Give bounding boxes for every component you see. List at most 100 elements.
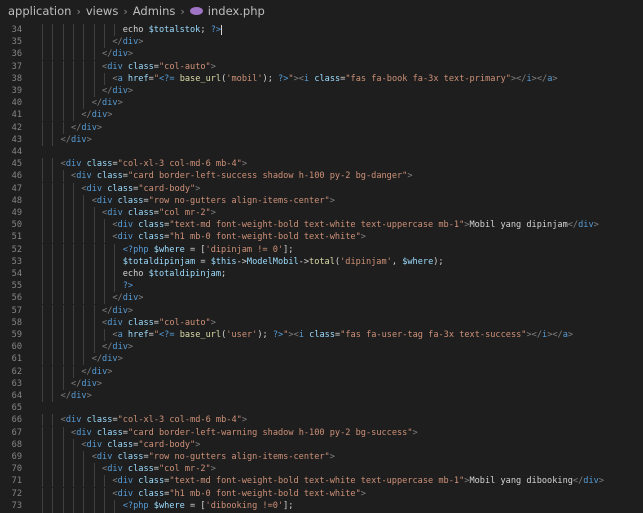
code-line[interactable]: 73 <?php $where = ['dibooking !=0'];: [0, 499, 643, 512]
code-token: "card-body": [138, 183, 196, 194]
code-token: = [: [184, 244, 206, 255]
line-number: 44: [11, 147, 22, 157]
code-line[interactable]: 37 <div class="col-auto">: [0, 60, 643, 73]
indent-guide: [83, 304, 85, 317]
code-token: div: [86, 183, 108, 194]
indent-guide: [62, 170, 64, 183]
breadcrumb-admins[interactable]: Admins: [133, 4, 176, 18]
indent-guide: [52, 243, 54, 256]
line-number: 63: [11, 378, 22, 389]
code-line[interactable]: 41 </div>: [0, 109, 643, 122]
code-line[interactable]: 66 <div class="col-xl-3 col-md-6 mb-4">: [0, 414, 643, 427]
code-line[interactable]: 72 <div class="h1 mb-0 font-weight-bold t…: [0, 487, 643, 500]
code-line[interactable]: 56 </div>: [0, 292, 643, 305]
line-number: 66: [11, 415, 22, 426]
code-line[interactable]: 70 <div class="col mr-2">: [0, 463, 643, 476]
code-line[interactable]: 45 <div class="col-xl-3 col-md-6 mb-4">: [0, 158, 643, 171]
code-line[interactable]: 53 $totaldipinjam = $this->ModelMobil->to…: [0, 255, 643, 268]
indent-guide: [52, 158, 54, 171]
indent-guide: [73, 194, 75, 207]
code-token: </: [71, 378, 82, 389]
code-line[interactable]: 51 <div class="h1 mb-0 font-weight-bold t…: [0, 231, 643, 244]
code-line[interactable]: 38 <a href="<?= base_url('mobil'); ?>"><i…: [0, 72, 643, 85]
code-token: >: [117, 354, 123, 365]
code-line[interactable]: 43 </div>: [0, 133, 643, 146]
code-line[interactable]: 57 </div>: [0, 304, 643, 317]
indent-guide: [93, 85, 95, 97]
line-number: 36: [11, 49, 22, 60]
breadcrumb-file[interactable]: index.php: [208, 4, 265, 18]
code-line[interactable]: 71 <div class="text-md font-weight-bold t…: [0, 475, 643, 488]
code-line[interactable]: 62 </div>: [0, 365, 643, 378]
code-line[interactable]: 50 <div class="text-md font-weight-bold t…: [0, 219, 643, 232]
code-line[interactable]: 47 <div class="card-body">: [0, 182, 643, 195]
indent-guide: [114, 268, 116, 280]
code-line[interactable]: 34 echo $totalstok; ?>: [0, 24, 643, 36]
code-line[interactable]: 39 </div>: [0, 85, 643, 97]
code-line[interactable]: 54 echo $totaldipinjam;: [0, 268, 643, 280]
breadcrumb-views[interactable]: views: [86, 4, 118, 18]
code-token: "h1 mb-0 font-weight-bold text-white": [169, 488, 361, 499]
line-number: 65: [11, 403, 22, 414]
code-line[interactable]: 52 <?php $where = ['dipinjam != 0'];: [0, 243, 643, 256]
line-number: 71: [11, 476, 22, 487]
code-line[interactable]: 63 </div>: [0, 377, 643, 390]
code-line[interactable]: 46 <div class="card border-left-success s…: [0, 170, 643, 183]
code-line[interactable]: 59 <a href="<?= base_url('user'); ?>"><i …: [0, 329, 643, 341]
indent-guide: [83, 72, 85, 85]
code-line[interactable]: 35 </div>: [0, 36, 643, 49]
code-line[interactable]: 69 <div class="row no-gutters align-items…: [0, 451, 643, 463]
code-token: >: [241, 415, 247, 426]
code-token: );: [262, 73, 279, 84]
indent-guide: [42, 390, 43, 402]
code-token: >: [96, 122, 103, 133]
indent-guide: [42, 207, 43, 219]
code-line[interactable]: 65: [0, 402, 643, 414]
indent-guide: [114, 499, 116, 512]
indent-guide: [42, 341, 43, 354]
code-token: </: [60, 391, 72, 401]
code-line[interactable]: 60 </div>: [0, 341, 643, 354]
code-token: $this: [210, 256, 237, 267]
indent-guide: [52, 121, 54, 134]
code-token: "col mr-2": [158, 464, 211, 475]
indent-guide: [73, 48, 75, 61]
line-number: 55: [11, 281, 22, 292]
code-line[interactable]: 42 </div>: [0, 121, 643, 134]
breadcrumb-application[interactable]: application: [8, 4, 71, 18]
indent-guide: [52, 72, 54, 85]
code-line[interactable]: 64 </div>: [0, 390, 643, 402]
code-token: "col-xl-3 col-md-6 mb-4": [117, 415, 242, 426]
code-line[interactable]: 61 </div>: [0, 353, 643, 366]
code-token: div: [583, 476, 599, 487]
code-line[interactable]: 40 </div>: [0, 97, 643, 110]
indent-guide: [62, 316, 64, 329]
code-token: >: [117, 98, 123, 109]
code-text: ?>: [123, 280, 133, 292]
indent-guide: [42, 72, 43, 85]
code-line[interactable]: 67 <div class="card border-left-warning s…: [0, 426, 643, 439]
indent-guide: [62, 487, 64, 500]
chevron-right-icon: ›: [76, 4, 81, 18]
indent-guide: [52, 451, 54, 463]
code-line[interactable]: 49 <div class="col mr-2">: [0, 207, 643, 219]
code-token: "fas fa-user-tag fa-3x text-success": [340, 330, 527, 340]
indent-guide: [83, 268, 85, 280]
code-token: div: [122, 293, 139, 304]
indent-guide: [42, 475, 43, 488]
code-line[interactable]: 36 </div>: [0, 48, 643, 61]
code-token: class: [117, 195, 144, 206]
code-line[interactable]: 68 <div class="card-body">: [0, 438, 643, 451]
line-number: 49: [11, 208, 22, 218]
indent-guide: [104, 292, 106, 305]
code-line[interactable]: 48 <div class="row no-gutters align-items…: [0, 194, 643, 207]
code-text: </div>: [61, 134, 92, 146]
indent-guide: [73, 268, 75, 280]
code-editor[interactable]: 34 echo $totalstok; ?> 35 </div> 36 </div> 37 <…: [0, 22, 643, 513]
indent-guide: [73, 292, 75, 305]
code-line[interactable]: 58 <div class="col-auto">: [0, 316, 643, 329]
code-line[interactable]: 55 ?>: [0, 280, 643, 293]
code-line[interactable]: 44: [0, 146, 643, 158]
indent-guide: [93, 280, 95, 293]
code-token: >: [593, 220, 599, 231]
